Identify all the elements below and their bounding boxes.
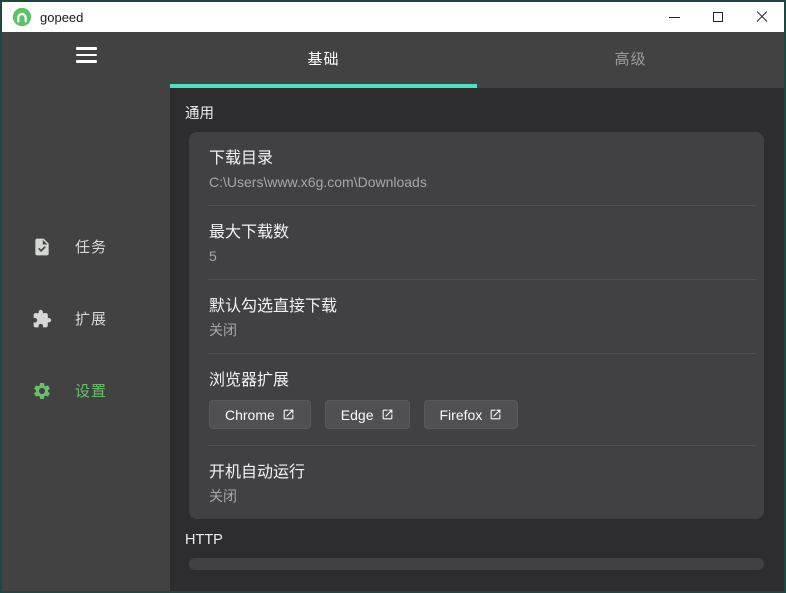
setting-value: C:\Users\www.x6g.com\Downloads: [209, 174, 427, 190]
http-settings-card-partial: [189, 558, 764, 570]
sidebar-nav: 任务 扩展 设置: [2, 211, 170, 427]
tab-basic[interactable]: 基础: [170, 32, 477, 88]
setting-item-autostart[interactable]: 开机自动运行 关闭: [189, 446, 764, 519]
sidebar-item-label: 任务: [75, 239, 108, 257]
setting-item-browser-extension: 浏览器扩展 Chrome Edge Firefox: [189, 354, 764, 445]
tab-advanced[interactable]: 高级: [477, 32, 784, 88]
settings-scroll-area[interactable]: 通用 下载目录 C:\Users\www.x6g.com\Downloads 最…: [170, 88, 784, 591]
sidebar-item-label: 设置: [75, 383, 108, 401]
setting-title: 下载目录: [209, 150, 274, 167]
maximize-icon: [713, 12, 723, 22]
section-label-general: 通用: [185, 106, 214, 122]
open-in-new-icon: [283, 409, 294, 420]
gear-icon: [32, 381, 52, 401]
puzzle-icon: [32, 309, 52, 329]
titlebar: gopeed: [2, 2, 784, 32]
setting-value: 关闭: [209, 488, 237, 504]
edge-button-label: Edge: [340, 406, 374, 423]
main-panel: 基础 高级 通用 下载目录 C:\Users\www.x6g.com\Downl…: [170, 32, 784, 591]
firefox-button[interactable]: Firefox: [423, 400, 519, 429]
window-title: gopeed: [40, 9, 84, 25]
chrome-button-label: Chrome: [225, 406, 275, 423]
hamburger-icon: [75, 47, 97, 50]
setting-title: 开机自动运行: [209, 464, 306, 481]
setting-title: 最大下载数: [209, 224, 290, 241]
minimize-icon: [668, 16, 680, 18]
sidebar-item-label: 扩展: [75, 311, 108, 329]
section-label-http: HTTP: [185, 532, 223, 548]
sidebar-item-tasks[interactable]: 任务: [2, 211, 170, 283]
setting-item-download-dir[interactable]: 下载目录 C:\Users\www.x6g.com\Downloads: [189, 132, 764, 205]
browser-ext-buttons: Chrome Edge Firefox: [209, 400, 744, 432]
settings-tabbar: 基础 高级: [170, 32, 784, 88]
gopeed-logo-icon: [12, 7, 32, 27]
window-controls: [652, 2, 784, 32]
edge-button[interactable]: Edge: [324, 400, 410, 429]
app-window: gopeed 任务 扩展 设置 基础 高级 通用 下载目录 C:\Users\w…: [0, 0, 786, 593]
sidebar: 任务 扩展 设置: [2, 32, 170, 591]
chrome-button[interactable]: Chrome: [209, 400, 311, 429]
setting-title: 默认勾选直接下载: [209, 298, 338, 315]
minimize-button[interactable]: [652, 2, 696, 32]
firefox-button-label: Firefox: [439, 406, 483, 423]
close-icon: [756, 11, 768, 23]
setting-title: 浏览器扩展: [209, 372, 290, 389]
open-in-new-icon: [382, 409, 392, 420]
open-in-new-icon: [490, 409, 501, 420]
menu-button[interactable]: [74, 45, 99, 65]
setting-item-max-downloads[interactable]: 最大下载数 5: [189, 206, 764, 279]
setting-item-direct-download[interactable]: 默认勾选直接下载 关闭: [189, 280, 764, 353]
close-button[interactable]: [740, 2, 784, 32]
maximize-button[interactable]: [696, 2, 740, 32]
sidebar-item-settings[interactable]: 设置: [2, 355, 170, 427]
general-settings-card: 下载目录 C:\Users\www.x6g.com\Downloads 最大下载…: [189, 132, 764, 519]
task-file-icon: [32, 237, 52, 257]
setting-value: 关闭: [209, 322, 237, 338]
sidebar-item-extensions[interactable]: 扩展: [2, 283, 170, 355]
setting-value: 5: [209, 248, 217, 264]
